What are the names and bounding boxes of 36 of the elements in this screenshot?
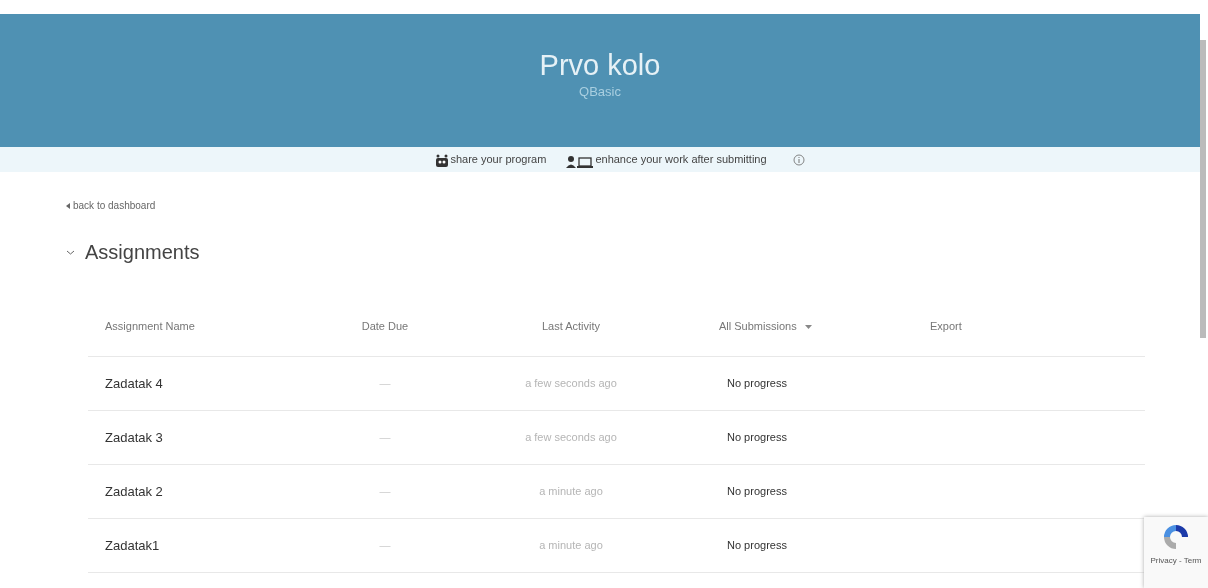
section-title: Assignments — [85, 240, 200, 265]
caret-down-icon — [804, 324, 812, 329]
page-subtitle: QBasic — [579, 83, 621, 101]
table-cell-text: No progress — [727, 430, 787, 446]
recaptcha-badge[interactable]: Privacy - Term — [1144, 517, 1208, 588]
submissions-dropdown[interactable]: All Submissions — [719, 318, 812, 335]
column-header: Export — [930, 319, 962, 335]
person-laptop-icon — [566, 155, 595, 168]
assignment-name[interactable]: Zadatak 3 — [88, 427, 163, 448]
column-header: Assignment Name — [104, 319, 195, 335]
scrollbar[interactable] — [1200, 40, 1206, 338]
recaptcha-icon — [1162, 523, 1190, 551]
recaptcha-text[interactable]: Privacy - Term — [1150, 555, 1202, 567]
assignment-name[interactable]: Zadatak 2 — [88, 481, 163, 502]
info-text: enhance your work after submitting — [595, 152, 767, 168]
info-text: share your program — [450, 152, 547, 168]
column-header: Date Due — [361, 319, 409, 335]
table-cell-text: — — [379, 376, 391, 392]
assignment-name[interactable]: Zadatak1 — [88, 535, 160, 556]
table-cell-text: a few seconds ago — [525, 376, 617, 392]
info-icon[interactable] — [792, 153, 805, 166]
back-link[interactable]: back to dashboard — [66, 198, 156, 213]
table-cell-text: No progress — [727, 484, 787, 500]
table-cell-text: No progress — [727, 376, 787, 392]
page-title: Prvo kolo — [539, 51, 661, 80]
robot-icon — [435, 153, 450, 168]
table-cell-text: — — [379, 430, 391, 446]
table-cell-text: — — [379, 538, 391, 554]
table-cell-text: a minute ago — [539, 538, 603, 554]
column-header: Last Activity — [541, 319, 601, 335]
assignment-name[interactable]: Zadatak 4 — [88, 373, 163, 394]
table-cell-text: No progress — [727, 538, 787, 554]
caret-left-icon — [66, 202, 70, 209]
table-cell-text: — — [379, 484, 391, 500]
table-cell-text: a few seconds ago — [525, 430, 617, 446]
table-cell-text: a minute ago — [539, 484, 603, 500]
